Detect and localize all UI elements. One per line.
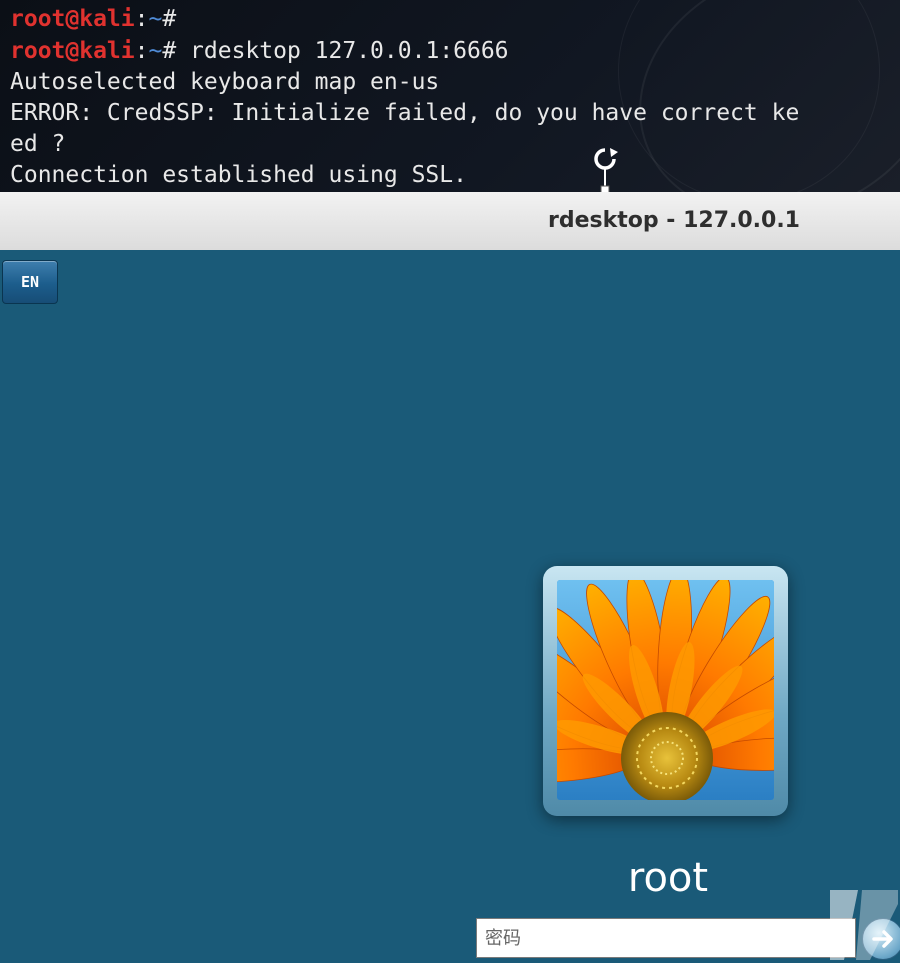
- rdesktop-titlebar[interactable]: rdesktop - 127.0.0.1: [0, 192, 900, 251]
- terminal-window[interactable]: root@kali:~# root@kali:~# rdesktop 127.0…: [0, 0, 900, 192]
- terminal-background-swirl-2: [618, 0, 880, 192]
- username-label: root: [627, 855, 709, 901]
- avatar: [557, 580, 774, 800]
- terminal-output-line: Autoselected keyboard map en-us: [10, 69, 440, 95]
- terminal-line-prompt-empty: root@kali:~#: [10, 6, 191, 32]
- window-title: rdesktop - 127.0.0.1: [548, 208, 800, 233]
- terminal-output-line: Connection established using SSL.: [10, 162, 467, 188]
- terminal-output-line: ERROR: CredSSP: Initialize failed, do yo…: [10, 100, 800, 126]
- orange-daisy-flower-picture: [557, 580, 774, 800]
- user-tile[interactable]: [543, 566, 788, 816]
- terminal-command-text: rdesktop 127.0.0.1:6666: [190, 38, 509, 64]
- language-indicator-button[interactable]: EN: [2, 260, 58, 304]
- terminal-output-line: ed ?: [10, 131, 66, 157]
- remote-login-screen: EN root: [0, 250, 900, 960]
- watermark-logo-icon: [830, 890, 898, 960]
- rotate-cursor-icon: [594, 148, 618, 192]
- password-input[interactable]: [476, 918, 856, 958]
- terminal-line-command: root@kali:~# rdesktop 127.0.0.1:6666: [10, 38, 509, 64]
